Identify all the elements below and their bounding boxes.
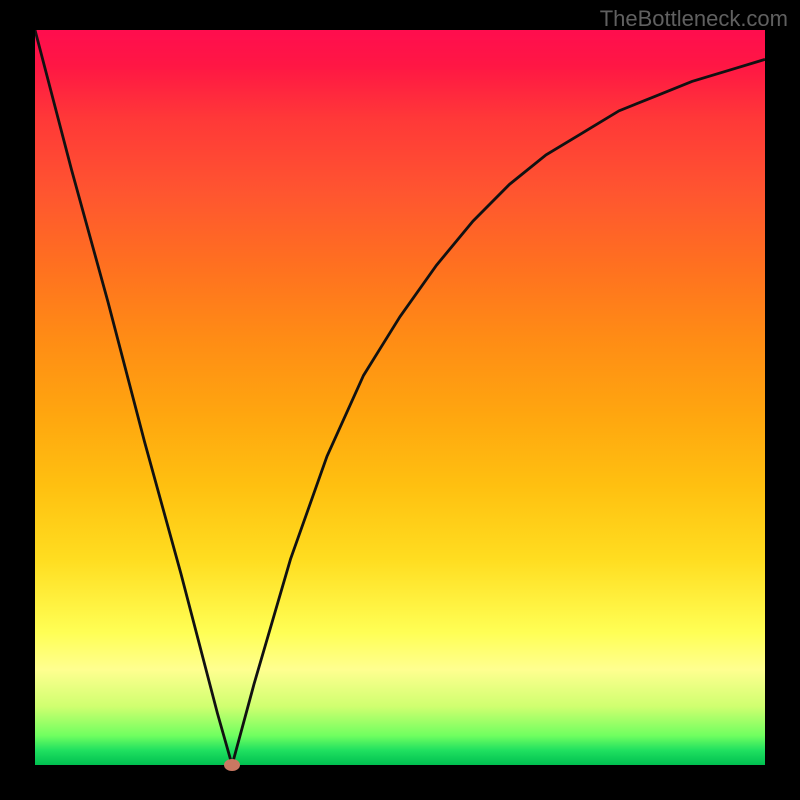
- optimal-point-marker: [224, 759, 240, 771]
- watermark-text: TheBottleneck.com: [600, 6, 788, 32]
- chart-plot-area: [35, 30, 765, 765]
- chart-svg: [35, 30, 765, 765]
- bottleneck-curve: [35, 30, 765, 765]
